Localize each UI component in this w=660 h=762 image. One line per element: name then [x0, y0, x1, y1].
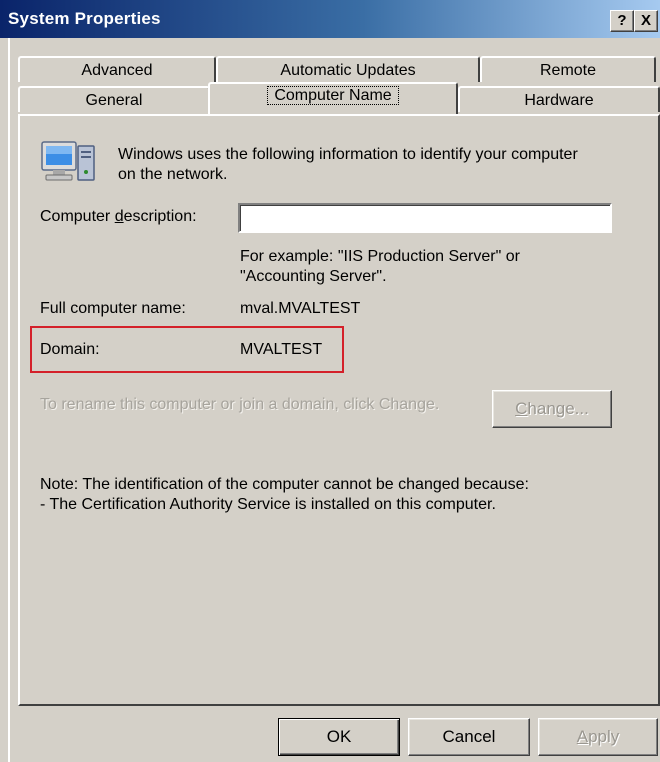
example-text-line1: For example: "IIS Production Server" or — [240, 248, 520, 265]
example-text-line2: "Accounting Server". — [240, 268, 387, 285]
help-icon: ? — [617, 12, 627, 29]
tab-hardware-label: Hardware — [524, 92, 594, 109]
tab-automatic-updates-label: Automatic Updates — [280, 62, 416, 79]
intro-text-line2: on the network. — [118, 166, 228, 183]
tab-advanced[interactable]: Advanced — [18, 56, 216, 82]
change-button-label: hange... — [527, 399, 589, 418]
note-text-line2: - The Certification Authority Service is… — [40, 496, 496, 513]
domain-label: Domain: — [40, 341, 100, 358]
intro-text-line1: Windows uses the following information t… — [118, 146, 578, 163]
tab-general-label: General — [85, 92, 143, 109]
computer-description-label-pre: Computer — [40, 208, 115, 225]
change-button[interactable]: Change... — [492, 390, 612, 428]
tab-computer-name-label: Computer Name — [267, 86, 399, 105]
tab-advanced-label: Advanced — [81, 62, 153, 79]
change-button-accel: C — [515, 399, 528, 418]
window-title: System Properties — [8, 9, 161, 28]
title-bar: System Properties ? X — [0, 0, 660, 38]
note-text-line1: Note: The identification of the computer… — [40, 476, 529, 493]
apply-button-accel: A — [576, 727, 589, 746]
tab-hardware[interactable]: Hardware — [458, 86, 660, 112]
tab-general[interactable]: General — [18, 86, 210, 112]
domain-value: MVALTEST — [240, 341, 323, 358]
tab-automatic-updates[interactable]: Automatic Updates — [216, 56, 480, 82]
cancel-button[interactable]: Cancel — [408, 718, 530, 756]
rename-instruction-text: To rename this computer or join a domain… — [40, 396, 440, 413]
computer-icon — [38, 136, 98, 188]
cancel-button-label: Cancel — [442, 727, 496, 746]
tab-remote-label: Remote — [539, 62, 597, 79]
window-frame — [8, 38, 10, 762]
close-icon: X — [640, 12, 651, 29]
apply-button[interactable]: Apply — [538, 718, 658, 756]
computer-description-label-accel: d — [114, 208, 124, 225]
full-computer-name-value: mval.MVALTEST — [240, 300, 361, 317]
computer-description-field[interactable] — [238, 203, 612, 233]
close-button[interactable]: X — [634, 10, 658, 32]
help-button[interactable]: ? — [610, 10, 634, 32]
tab-computer-name[interactable]: Computer Name — [208, 82, 458, 114]
computer-description-label: Computer description: — [40, 208, 197, 226]
full-computer-name-label: Full computer name: — [40, 300, 186, 317]
tab-remote[interactable]: Remote — [480, 56, 656, 82]
computer-description-label-post: escription: — [123, 208, 197, 225]
apply-button-label: pply — [588, 727, 620, 746]
ok-button[interactable]: OK — [278, 718, 400, 756]
ok-button-label: OK — [326, 727, 352, 746]
